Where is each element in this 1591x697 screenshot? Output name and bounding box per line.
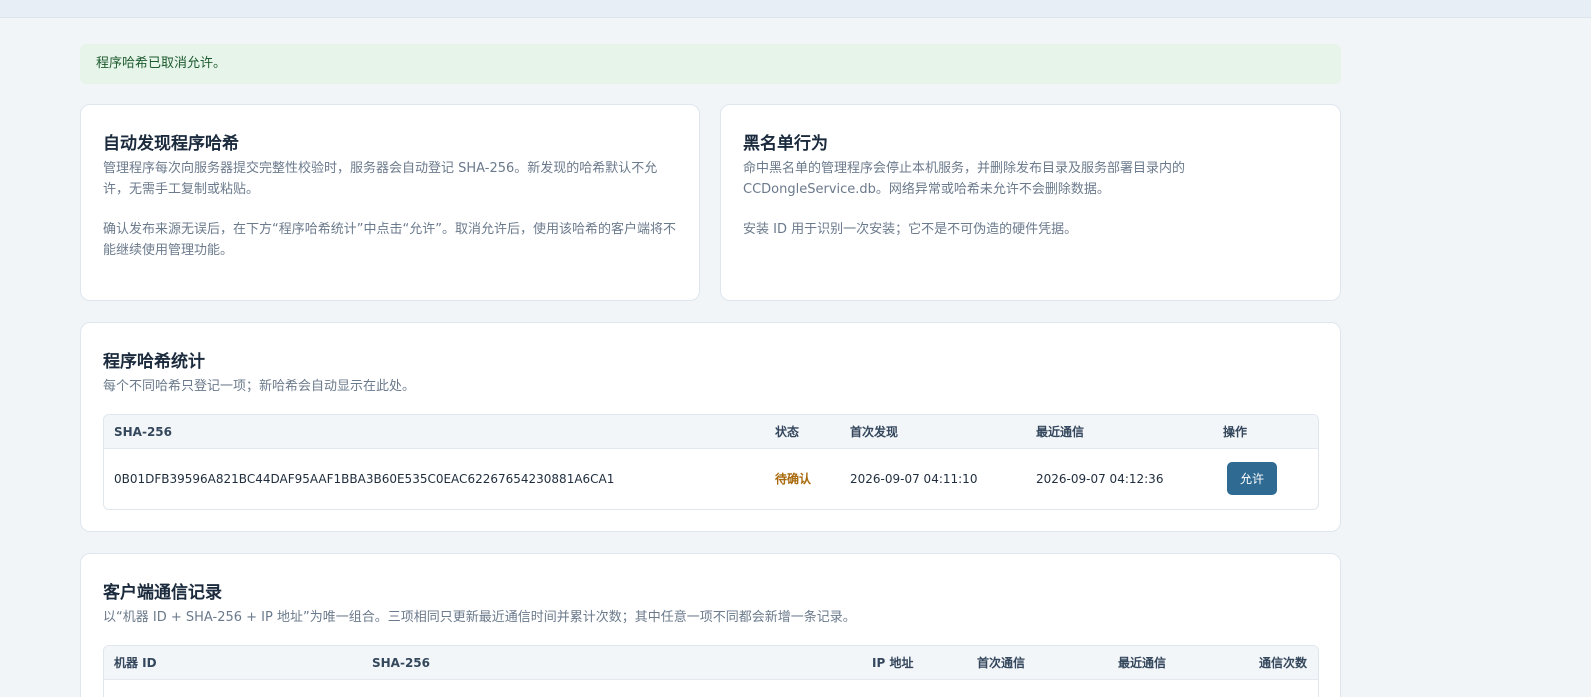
row-last-seen: 2026-09-07 04:12:36: [1036, 472, 1164, 486]
blacklist-card: 黑名单行为 命中黑名单的管理程序会停止本机服务，并删除发布目录及服务部署目录内的…: [720, 104, 1341, 301]
col-machine-id: 机器 ID: [114, 656, 157, 670]
col-first-comm: 首次通信: [977, 656, 1026, 670]
blacklist-para2: 安装 ID 用于识别一次安装；它不是不可伪造的硬件凭据。: [743, 222, 1078, 237]
auto-discover-para2: 确认发布来源无误后，在下方“程序哈希统计”中点击“允许”。取消允许后，使用该哈希…: [103, 222, 676, 258]
table-header: 机器 ID SHA-256 IP 地址 首次通信 最近通信 通信次数: [104, 646, 1318, 680]
col-comm-count: 通信次数: [1259, 656, 1308, 670]
hash-stats-subtitle: 每个不同哈希只登记一项；新哈希会自动显示在此处。: [103, 379, 416, 394]
auto-discover-para1: 管理程序每次向服务器提交完整性校验时，服务器会自动登记 SHA-256。新发现的…: [103, 161, 658, 197]
allow-button[interactable]: 允许: [1227, 462, 1277, 495]
blacklist-title: 黑名单行为: [743, 134, 828, 154]
hash-stats-table: SHA-256 状态 首次发现 最近通信 操作 0B01DFB39596A821…: [103, 414, 1319, 510]
col-sha256: SHA-256: [372, 656, 431, 670]
table-row: 0B01DFB39596A821BC44DAF95AAF1BBA3B60E535…: [104, 449, 1318, 509]
hash-stats-card: 程序哈希统计 每个不同哈希只登记一项；新哈希会自动显示在此处。 SHA-256 …: [80, 322, 1341, 532]
col-first-seen: 首次发现: [850, 425, 899, 439]
blacklist-para1: 命中黑名单的管理程序会停止本机服务，并删除发布目录及服务部署目录内的 CCDon…: [743, 161, 1186, 197]
row-first-seen: 2026-09-07 04:11:10: [850, 472, 978, 486]
client-log-title: 客户端通信记录: [103, 583, 222, 603]
col-last-seen: 最近通信: [1036, 425, 1085, 439]
client-log-table: 机器 ID SHA-256 IP 地址 首次通信 最近通信 通信次数: [103, 645, 1319, 697]
status-badge: 待确认: [775, 472, 812, 486]
col-sha256: SHA-256: [114, 425, 173, 439]
col-action: 操作: [1223, 425, 1248, 439]
client-log-card: 客户端通信记录 以“机器 ID + SHA-256 + IP 地址”为唯一组合。…: [80, 553, 1341, 697]
row-sha256: 0B01DFB39596A821BC44DAF95AAF1BBA3B60E535…: [114, 472, 615, 486]
col-ip: IP 地址: [872, 656, 914, 670]
auto-discover-card: 自动发现程序哈希 管理程序每次向服务器提交完整性校验时，服务器会自动登记 SHA…: [80, 104, 700, 301]
auto-discover-title: 自动发现程序哈希: [103, 134, 239, 154]
table-header: SHA-256 状态 首次发现 最近通信 操作: [104, 415, 1318, 449]
col-last-comm: 最近通信: [1118, 656, 1167, 670]
success-alert: 程序哈希已取消允许。: [80, 44, 1341, 84]
hash-stats-title: 程序哈希统计: [103, 352, 205, 372]
client-log-subtitle: 以“机器 ID + SHA-256 + IP 地址”为唯一组合。三项相同只更新最…: [103, 610, 856, 625]
top-bar: [0, 0, 1591, 18]
col-status: 状态: [775, 425, 800, 439]
